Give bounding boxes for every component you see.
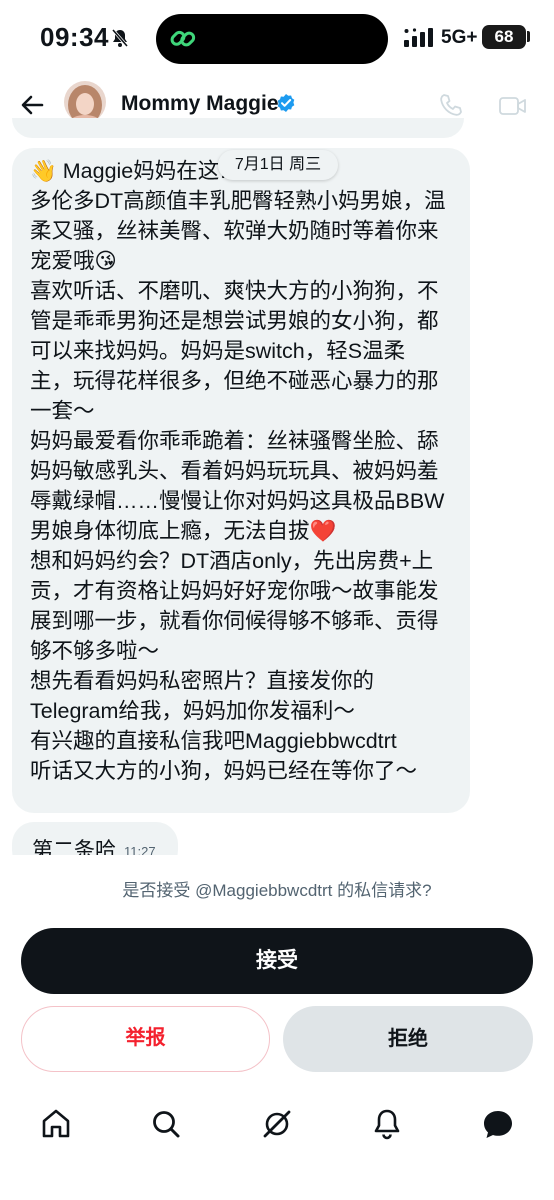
message-line: 主，玩得花样很多，但绝不碰恶心暴力的那 [30,369,439,393]
messages-icon[interactable] [480,1106,516,1142]
message-line: 可以来找妈妈。妈妈是switch，轻S温柔 [30,339,406,363]
message-line: 多伦多DT高颜值丰乳肥臀轻熟小妈男娘，温 [30,189,446,213]
accept-button[interactable]: 接受 [21,928,533,994]
message-line: 妈妈最爱看你乖乖跪着：丝袜骚臀坐脸、舔 [30,429,439,453]
message-line: 喜欢听话、不磨叽、爽快大方的小狗狗，不 [30,279,439,303]
report-button[interactable]: 举报 [21,1006,270,1072]
message-line: 妈妈敏感乳头、看着妈妈玩玩具、被妈妈羞 [30,459,439,483]
dynamic-island [156,14,388,64]
message-line: 够不够多啦～ [30,639,160,663]
message-line: 展到哪一步，就看你伺候得够不够乖、贡得 [30,609,439,633]
message-request-prompt: 是否接受 @Maggiebbwcdtrt 的私信请求? [122,881,432,900]
status-time: 09:34 [40,22,109,52]
message-line: 一套～ [30,399,95,423]
video-camera-icon[interactable] [498,94,528,118]
message-line: 辱戴绿帽……慢慢让你对妈妈这具极品BBW [30,489,445,513]
message-line: 管是乖乖男狗还是想尝试男娘的女小狗，都 [30,309,439,333]
phone-icon[interactable] [438,92,464,118]
message-line: 听话又大方的小狗，妈妈已经在等你了～ [30,759,418,783]
contact-name[interactable]: Mommy Maggie [121,92,279,116]
network-type: 5G+ [441,27,478,48]
message-line: 想先看看妈妈私密照片？直接发你的 [30,669,375,693]
link-icon [170,30,196,47]
notifications-icon[interactable] [369,1106,405,1142]
date-separator: 7月1日 周三 [218,150,338,180]
message-line: Telegram给我，妈妈加你发福利～ [30,699,355,723]
message-line: 柔又骚，丝袜美臀、软弹大奶随时等着你来 [30,219,439,243]
bottom-navigation [0,1100,554,1150]
message-line: 男娘身体彻底上瘾，无法自拔❤️ [30,519,337,543]
bell-muted-icon [111,29,129,47]
status-bar: 09:34 5G+ 68 [0,0,554,76]
message-line: 有兴趣的直接私信我吧Maggiebbwcdtrt [30,729,397,753]
verified-badge-icon [277,94,295,112]
grok-icon[interactable] [259,1106,295,1142]
signal-icon [404,28,433,47]
back-arrow-icon[interactable] [18,91,46,119]
message-line: 宠爱哦😘 [30,249,117,273]
message-text: 👋 Maggie妈妈在这… 多伦多DT高颜值丰乳肥臀轻熟小妈男娘，温 柔又骚，丝… [30,156,460,786]
battery-indicator: 68 [482,25,526,49]
message-line: 贡，才有资格让妈妈好好宠你哦～故事能发 [30,579,439,603]
decline-button[interactable]: 拒绝 [283,1006,533,1072]
battery-tip [527,31,530,42]
search-icon[interactable] [148,1106,184,1142]
message-line: 想和妈妈约会？DT酒店only，先出房费+上 [30,549,434,573]
previous-message-bubble [12,118,464,138]
home-icon[interactable] [38,1106,74,1142]
avatar[interactable] [64,81,106,123]
